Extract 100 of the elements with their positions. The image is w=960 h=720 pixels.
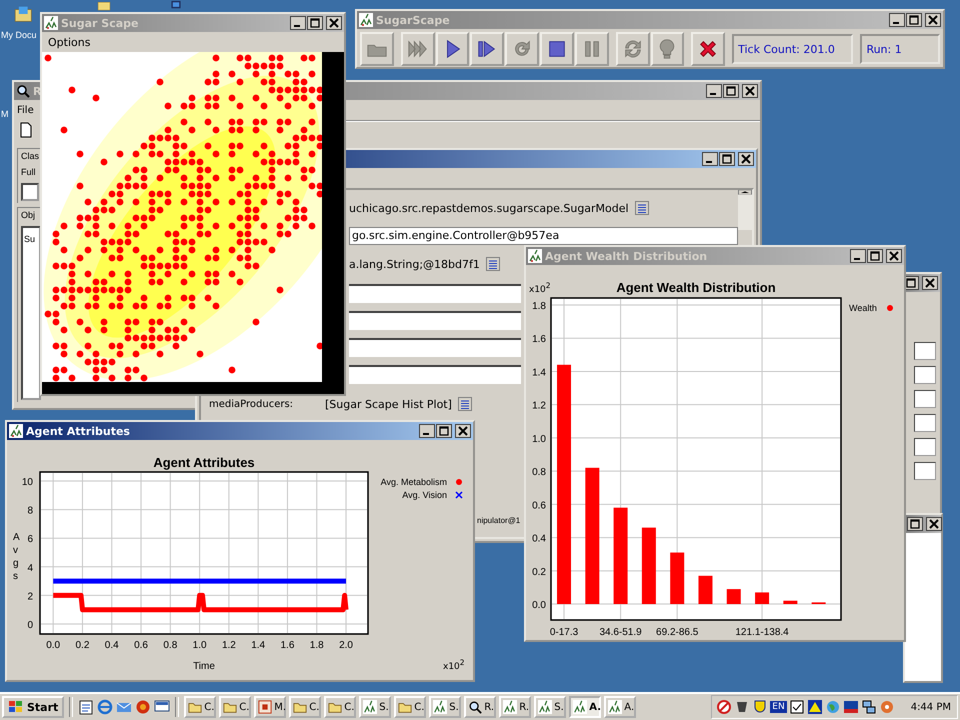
menu-item[interactable]: Options	[48, 36, 90, 48]
run-label: Run: 1	[860, 34, 940, 64]
text-field[interactable]	[349, 365, 521, 384]
histogram-bar	[783, 600, 798, 604]
taskbar-button[interactable]: R.	[499, 696, 532, 718]
repast-icon	[363, 700, 378, 714]
axis-tick-label: 10	[22, 477, 33, 488]
taskbar-button[interactable]: M.	[254, 696, 286, 718]
taskbar-button[interactable]: A.	[604, 696, 636, 718]
desktop-icon-label[interactable]: My Docu	[1, 30, 37, 40]
taskbar-button[interactable]: C.	[324, 696, 356, 718]
text-field[interactable]	[349, 311, 521, 330]
text-field[interactable]	[349, 284, 521, 303]
fast-forward-icon	[406, 38, 429, 60]
step-button[interactable]	[470, 32, 504, 66]
list-icon[interactable]	[634, 201, 649, 215]
axis-tick-label: 1.6	[280, 640, 294, 651]
property-value: uchicago.src.repastdemos.sugarscape.SugarModel	[349, 202, 629, 214]
histogram-bar	[670, 552, 684, 604]
axis-tick-label: 0.0	[46, 640, 60, 651]
taskbar-button[interactable]: S.	[429, 696, 462, 718]
minimize-icon[interactable]	[419, 424, 435, 438]
taskbar-button[interactable]: C.	[289, 696, 322, 718]
taskbar-button[interactable]: C.	[219, 696, 252, 718]
language-indicator[interactable]: EN	[770, 701, 787, 713]
window-title: Sugar Scape	[61, 16, 139, 30]
text-field[interactable]	[914, 462, 936, 480]
field-label: Full	[21, 167, 37, 177]
text-field[interactable]	[914, 366, 936, 384]
stop-button[interactable]	[540, 32, 574, 66]
tick-count-label: Tick Count: 201.0	[732, 34, 854, 64]
text-field[interactable]: go.src.sim.engine.Controller@b957ea	[349, 227, 738, 245]
axis-tick-label: 1.0	[192, 640, 207, 651]
magnifier-icon	[16, 84, 30, 98]
property-label: mediaProducers:	[209, 398, 294, 410]
close-icon[interactable]	[738, 152, 754, 166]
repast-icon	[538, 700, 552, 714]
network-icon[interactable]	[860, 699, 877, 715]
media-icon[interactable]	[135, 699, 152, 715]
start-button[interactable]: Start	[2, 696, 64, 718]
axis-title: Avgs	[13, 532, 20, 582]
tray-icon[interactable]	[788, 699, 805, 715]
histogram-bar	[812, 602, 826, 604]
taskbar-button[interactable]: S.	[359, 696, 392, 718]
histogram-bar	[755, 592, 770, 604]
taskbar-button[interactable]: C.	[394, 696, 426, 718]
repast-icon	[9, 424, 23, 438]
text-field[interactable]	[914, 390, 936, 408]
axis-tick-label: 0.0	[532, 600, 546, 612]
warning-icon[interactable]	[806, 699, 823, 715]
chart-title: Agent Attributes	[153, 455, 255, 470]
axis-tick-label: 1.2	[532, 400, 546, 412]
exit-button[interactable]	[691, 32, 726, 66]
folder-icon	[188, 700, 202, 714]
axis-tick-label: 1.0	[532, 434, 546, 445]
repast-icon	[503, 700, 518, 714]
chart-title: Agent Wealth Distribution	[616, 280, 776, 295]
axis-tick-label: 1.8	[310, 640, 324, 651]
axis-tick-label: 0.4	[104, 640, 119, 651]
close-icon[interactable]	[455, 424, 471, 438]
property-value: a.lang.String;@18bd7f1	[349, 258, 480, 270]
scrollbar[interactable]	[738, 190, 752, 230]
text-field[interactable]	[914, 438, 936, 456]
list-icon[interactable]	[486, 257, 500, 271]
play-button[interactable]	[436, 32, 470, 66]
axis-tick-label: 1.8	[532, 300, 546, 312]
folder-icon	[293, 700, 308, 714]
text-field[interactable]	[349, 338, 521, 357]
group-label: Obj	[21, 210, 36, 220]
legend-label: Wealth	[849, 303, 877, 313]
antivirus-icon[interactable]	[842, 699, 859, 715]
shield-icon[interactable]	[752, 699, 768, 715]
clock: 4:44 PM	[910, 702, 951, 712]
axis-tick-label: 0-17.3	[550, 627, 578, 638]
text-field[interactable]	[21, 183, 39, 201]
text-field[interactable]	[914, 342, 936, 360]
notepad-icon[interactable]	[78, 699, 94, 715]
document-icon	[258, 700, 272, 714]
taskbar-button[interactable]: C.	[184, 696, 216, 718]
folder-icon	[398, 700, 412, 714]
axis-tick-label: 69.2-86.5	[656, 627, 698, 638]
document-icon[interactable]	[18, 122, 34, 138]
desktop-icon-label[interactable]: M	[1, 109, 8, 119]
text-field[interactable]	[914, 414, 936, 432]
taskbar-button[interactable]: R.	[464, 696, 496, 718]
taskbar-button[interactable]: S.	[534, 696, 566, 718]
list-item[interactable]: Su	[24, 234, 36, 244]
axis-tick-label: 0.8	[163, 640, 178, 651]
taskbar-button[interactable]: A.	[569, 696, 602, 718]
magnifier-icon	[468, 700, 482, 714]
maximize-icon[interactable]	[436, 424, 452, 438]
axis-tick-label: 4	[27, 562, 33, 574]
menu-item[interactable]: File	[17, 104, 34, 116]
minimize-icon[interactable]	[702, 152, 718, 166]
list-icon[interactable]	[458, 397, 472, 411]
axis-title: Time	[193, 661, 215, 672]
maximize-icon[interactable]	[719, 152, 735, 166]
histogram-bar	[726, 589, 741, 604]
legend-label: Avg. Metabolism	[380, 477, 447, 487]
window-title: SugarScape	[376, 14, 450, 26]
